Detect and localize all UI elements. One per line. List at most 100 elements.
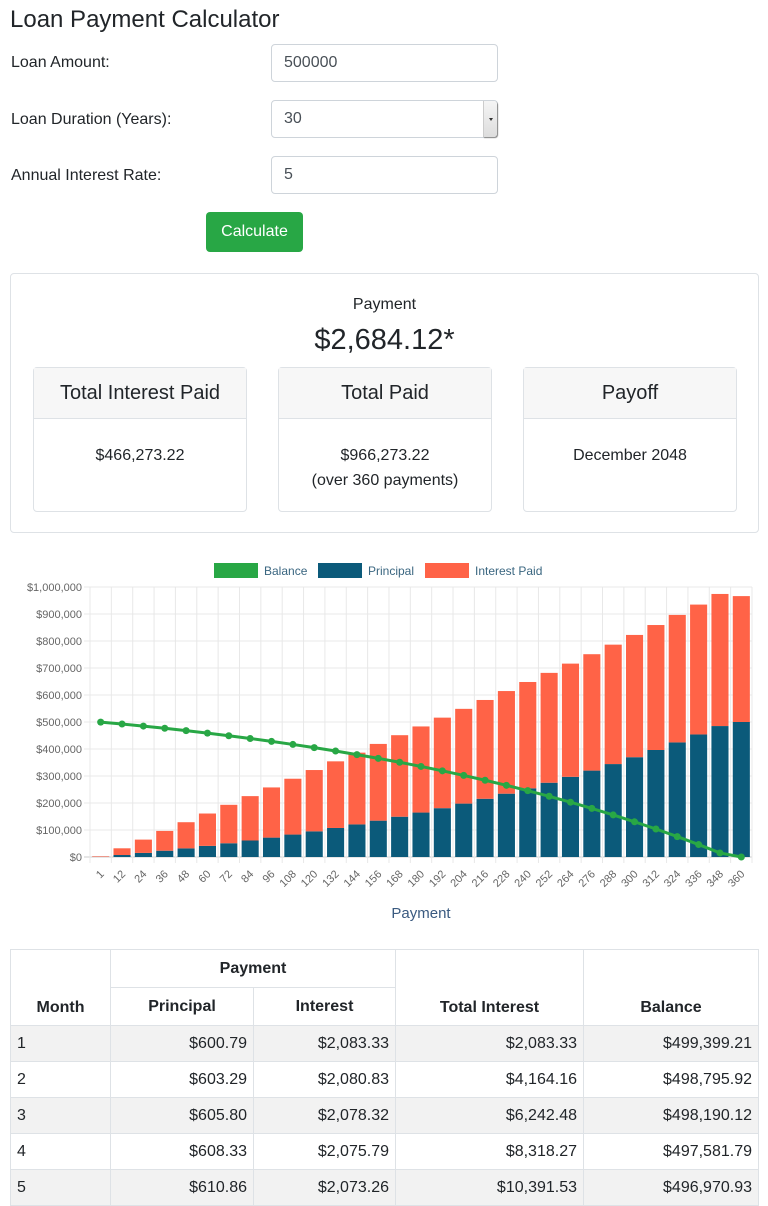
table-cell: $497,581.79 [584,1134,759,1170]
card-header: Total Paid [279,368,491,419]
x-tick-label: 312 [641,868,662,889]
bar-interest [562,664,579,777]
col-interest: Interest [254,988,396,1026]
payment-label: Payment [11,296,758,314]
balance-point [652,826,659,833]
table-cell: $608.33 [111,1134,254,1170]
bar-interest [647,625,664,750]
y-tick-label: $900,000 [36,609,82,621]
bar-interest [455,709,472,804]
table-cell: $2,083.33 [254,1026,396,1062]
bar-principal [391,817,408,857]
bar-interest [220,805,237,843]
bar-interest [178,822,195,848]
bar-interest [583,654,600,770]
bar-interest [92,856,109,857]
table-cell: $2,075.79 [254,1134,396,1170]
balance-point [588,805,595,812]
y-tick-label: $700,000 [36,663,82,675]
calculate-button[interactable]: Calculate [206,212,303,252]
x-tick-label: 132 [320,868,341,889]
bar-principal [562,777,579,857]
legend-swatch [318,563,362,578]
x-axis-title: Payment [391,905,451,922]
y-tick-label: $600,000 [36,690,82,702]
x-tick-label: 216 [470,868,491,889]
loan-duration-label: Loan Duration (Years): [11,111,171,129]
summary-panel: Payment $2,684.12* Total Interest Paid $… [10,273,759,533]
bar-interest [135,840,152,853]
y-tick-label: $400,000 [36,744,82,756]
col-total-interest: Total Interest [396,950,584,1026]
x-tick-label: 48 [175,868,192,885]
balance-point [610,811,617,818]
card-header: Payoff [524,368,736,419]
card-value: $466,273.22 [34,443,246,468]
x-tick-label: 240 [512,868,533,889]
legend-label: Principal [368,564,414,578]
balance-point [140,723,147,730]
card-subvalue: (over 360 payments) [279,468,491,493]
x-tick-label: 12 [111,868,128,885]
balance-point [332,748,339,755]
bar-interest [519,682,536,788]
x-tick-label: 168 [384,868,405,889]
table-cell: 4 [11,1134,111,1170]
balance-point [546,793,553,800]
x-tick-label: 96 [260,868,277,885]
x-tick-label: 252 [534,868,555,889]
table-cell: 3 [11,1098,111,1134]
x-tick-label: 288 [598,868,619,889]
loan-duration-select[interactable]: 30 [271,100,498,138]
bar-interest [306,770,323,831]
x-tick-label: 276 [576,868,597,889]
balance-point [183,727,190,734]
card-value: December 2048 [524,443,736,468]
amortization-table: Month Payment Total Interest Balance Pri… [10,949,759,1206]
bar-principal [434,808,451,857]
bar-interest [391,735,408,817]
balance-point [503,782,510,789]
bar-principal [455,804,472,857]
x-tick-label: 192 [427,868,448,889]
bar-principal [690,734,707,857]
bar-principal [733,722,750,857]
bar-principal [156,851,173,857]
table-cell: $499,399.21 [584,1026,759,1062]
x-tick-label: 264 [555,868,576,889]
bar-principal [348,824,365,857]
card-value: $966,273.22 [279,443,491,468]
card-header: Total Interest Paid [34,368,246,419]
table-cell: $600.79 [111,1026,254,1062]
balance-point [375,755,382,762]
dropdown-arrow-icon[interactable] [483,101,497,137]
interest-rate-input[interactable] [271,156,498,194]
loan-amount-label: Loan Amount: [11,54,110,72]
col-principal: Principal [111,988,254,1026]
bar-interest [690,605,707,735]
y-tick-label: $0 [70,852,82,864]
bar-interest [348,753,365,825]
bar-interest [327,761,344,828]
balance-point [119,720,126,727]
balance-point [439,767,446,774]
bar-principal [370,821,387,857]
table-cell: $603.29 [111,1062,254,1098]
bar-interest [113,848,130,855]
balance-point [716,849,723,856]
x-tick-label: 180 [406,868,427,889]
x-tick-label: 324 [662,868,683,889]
bar-principal [626,757,643,857]
bar-principal [220,843,237,857]
balance-point [674,833,681,840]
loan-amount-input[interactable] [271,44,498,82]
table-cell: $605.80 [111,1098,254,1134]
x-tick-label: 72 [218,868,235,885]
bar-interest [284,779,301,835]
y-tick-label: $500,000 [36,717,82,729]
balance-point [268,738,275,745]
bar-principal [412,813,429,857]
x-tick-label: 120 [299,868,320,889]
total-interest-card: Total Interest Paid $466,273.22 [33,367,247,512]
table-cell: $2,083.33 [396,1026,584,1062]
